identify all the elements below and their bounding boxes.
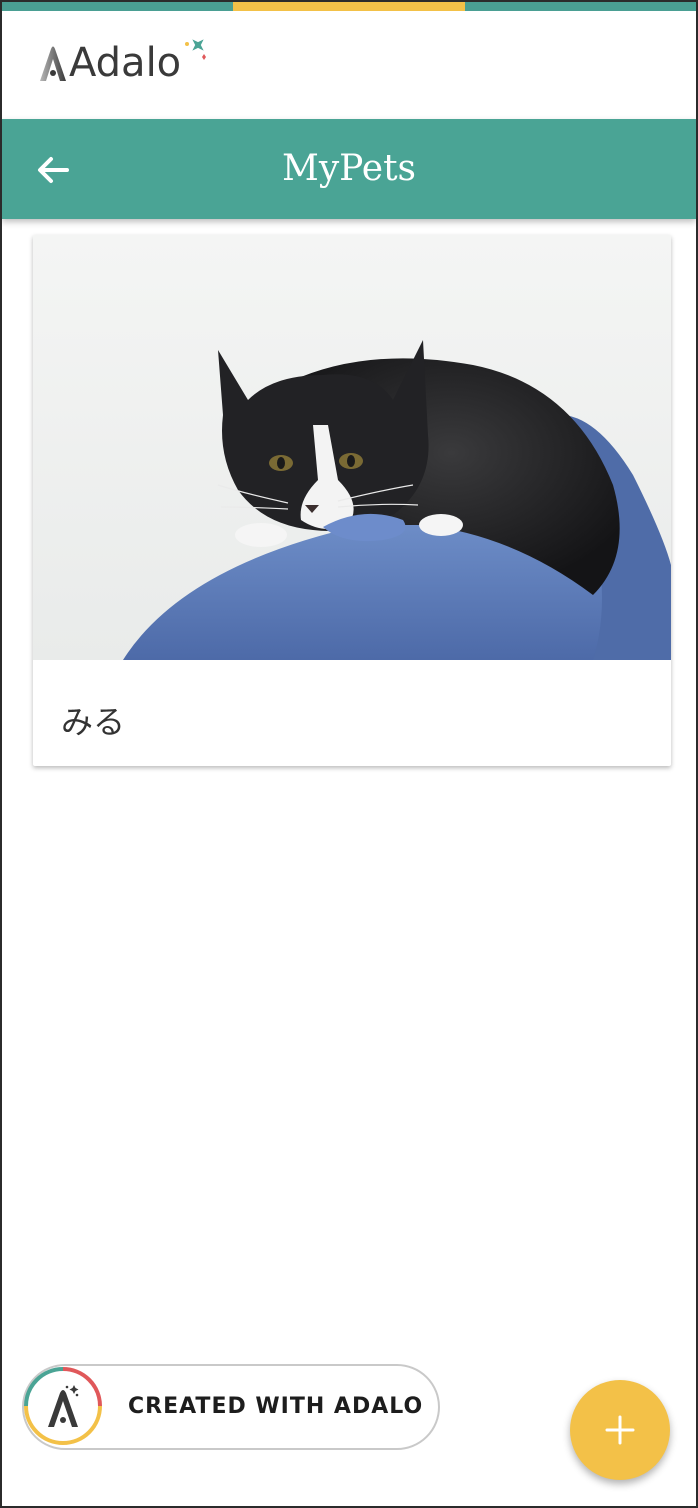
created-with-adalo-badge[interactable]: CREATED WITH ADALO <box>22 1364 440 1450</box>
adalo-logo-text: Adalo <box>69 40 182 86</box>
pet-card[interactable]: みる <box>33 235 671 766</box>
adalo-logo: Adalo <box>38 33 206 93</box>
pet-name: みる <box>61 703 126 741</box>
app-frame: Adalo MyPets みる CREATED WITH ADALO <box>0 0 698 1508</box>
badge-label: CREATED WITH ADALO <box>128 1394 424 1419</box>
page-title: MyPets <box>281 148 417 189</box>
adalo-badge-logo-icon <box>24 1367 102 1445</box>
app-header: MyPets <box>2 119 696 219</box>
strip-segment-yellow <box>233 2 465 11</box>
top-color-strip <box>2 2 696 11</box>
sparkles-icon <box>185 39 206 60</box>
back-button[interactable] <box>28 145 78 195</box>
pet-photo <box>33 235 671 660</box>
brand-bar: Adalo <box>2 11 696 119</box>
arrow-left-icon <box>38 157 69 183</box>
add-pet-button[interactable] <box>570 1380 670 1480</box>
strip-segment-teal-left <box>2 2 233 11</box>
strip-segment-teal-right <box>465 2 696 11</box>
adalo-a-mark-icon <box>40 46 66 81</box>
plus-icon <box>605 1415 635 1445</box>
